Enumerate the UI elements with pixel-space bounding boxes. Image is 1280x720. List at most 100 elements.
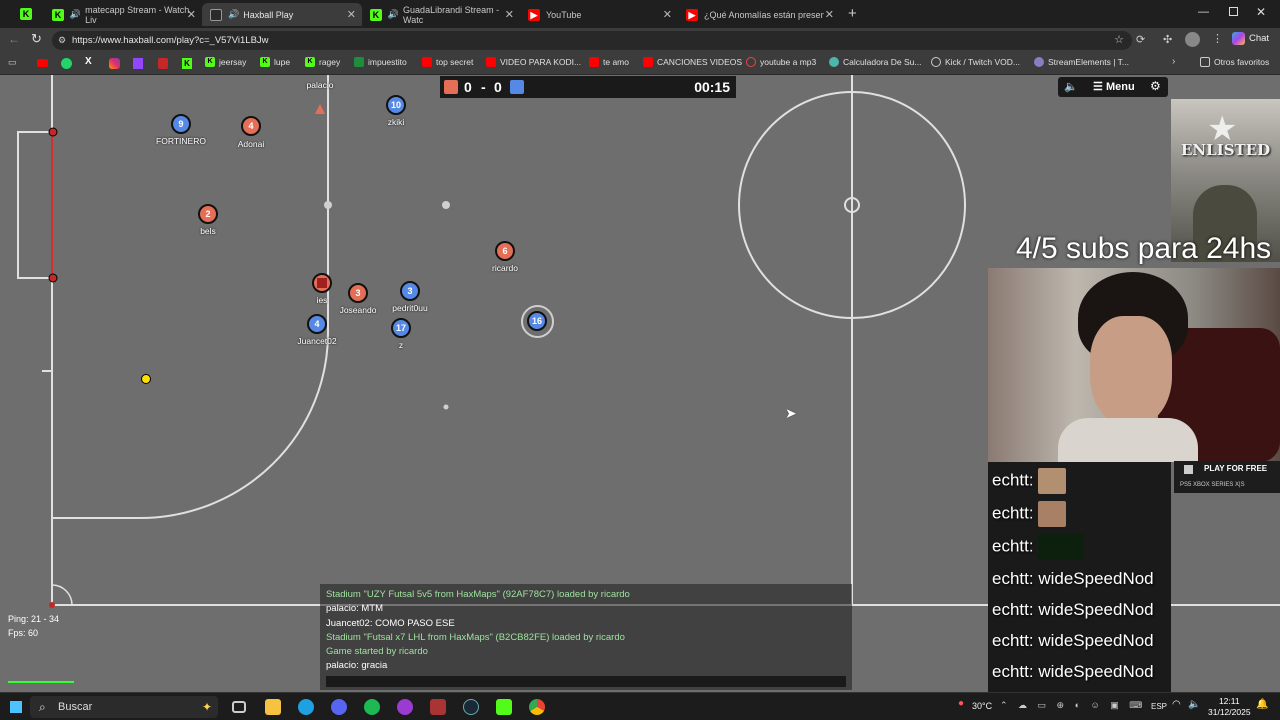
close-window-icon[interactable]: ✕ (1256, 5, 1266, 19)
tab-guadalibrandi[interactable]: K 🔊 GuadaLibrandi Stream - Watc ✕ (362, 3, 520, 26)
taskbar-search[interactable]: ⌕ Buscar ✦ (30, 696, 218, 718)
chat-message: Stadium "Futsal x7 LHL from HaxMaps" (B2… (326, 631, 625, 643)
haxball-icon (210, 8, 222, 21)
twitch-icon[interactable] (133, 58, 143, 69)
more-menu-icon[interactable]: ⋮ (1212, 32, 1223, 45)
player-token (312, 273, 332, 293)
webcam-feed (988, 268, 1280, 462)
speaker-icon: 🔊 (228, 9, 240, 19)
sound-icon[interactable]: 🔈 (1064, 80, 1078, 93)
tray-icons[interactable]: ⌃ ☁ ▭ ⊕ ◐ ☺ ▣ ⌨ (1000, 700, 1146, 711)
bookmark-calculadora[interactable]: Calculadora De Su... (829, 57, 921, 67)
close-icon[interactable]: ✕ (825, 8, 834, 21)
minimize-icon[interactable]: — (1198, 6, 1209, 18)
bookmark-kick-twitch-vod[interactable]: Kick / Twitch VOD... (931, 57, 1020, 67)
bookmark-otros-favoritos[interactable]: Otros favoritos (1200, 57, 1269, 67)
bookmark-streamelements[interactable]: StreamElements | T... (1034, 57, 1129, 67)
bookmark-top-secret[interactable]: top secret (422, 57, 473, 67)
close-icon[interactable]: ✕ (505, 8, 514, 21)
task-view-icon[interactable] (232, 701, 246, 713)
folder-icon (1200, 57, 1210, 67)
streamelements-icon (1034, 57, 1044, 67)
weather-icon[interactable]: ● (958, 698, 964, 709)
settings-icon[interactable]: ⚙ (1150, 79, 1161, 93)
discord-icon[interactable] (331, 699, 347, 715)
tab-label: Haxball Play (243, 9, 294, 20)
whatsapp-icon[interactable] (61, 58, 72, 69)
copilot-chat-button[interactable]: Chat (1232, 32, 1269, 45)
volume-icon[interactable]: 🔈 (1188, 699, 1200, 710)
youtube-icon[interactable] (37, 59, 48, 67)
bookmark-red-icon[interactable] (158, 58, 168, 69)
tab-youtube[interactable]: ▶ YouTube ✕ (520, 3, 678, 26)
c-app-icon[interactable] (397, 699, 413, 715)
chat-input[interactable] (326, 676, 846, 687)
spotify-icon[interactable] (364, 699, 380, 715)
bookmark-video-kodi[interactable]: VIDEO PARA KODI... (486, 57, 581, 67)
instagram-icon[interactable] (109, 58, 120, 69)
player-name: Adonai (237, 139, 265, 149)
streamer-shirt (1058, 418, 1198, 462)
taskbar-clock[interactable]: 12:11 31/12/2025 (1208, 696, 1251, 718)
close-icon[interactable]: ✕ (347, 8, 356, 21)
url-text: https://www.haxball.com/play?c=_V57Vi1LB… (72, 35, 269, 46)
site-info-icon[interactable]: ⚙ (58, 31, 66, 50)
bookmark-ragey[interactable]: Kragey (305, 57, 340, 67)
youtube-icon (589, 57, 599, 67)
steam-icon[interactable] (463, 699, 479, 715)
menu-button[interactable]: ☰ Menu (1093, 80, 1135, 93)
close-icon[interactable]: ✕ (187, 8, 196, 21)
tab-matecapp[interactable]: K 🔊 matecapp Stream - Watch Liv ✕ (44, 3, 202, 26)
kick-icon[interactable]: K (20, 8, 32, 20)
chrome-icon[interactable] (529, 699, 545, 715)
avatar[interactable] (1185, 32, 1200, 47)
close-icon[interactable]: ✕ (663, 8, 672, 21)
menu-icon: ☰ (1093, 81, 1103, 93)
tab-haxball[interactable]: 🔊 Haxball Play ✕ (202, 3, 362, 26)
youtube-mp3-icon (746, 57, 756, 67)
language-indicator[interactable]: ESP (1151, 702, 1167, 711)
weather-temp[interactable]: 30°C (972, 701, 992, 711)
bookmark-impuestito[interactable]: impuestito (354, 57, 407, 67)
player-name: bels (200, 226, 216, 236)
kick-icon[interactable]: K (182, 58, 192, 69)
tab-anomalias[interactable]: ▶ ¿Qué Anomalías están presentes e ✕ (678, 3, 840, 26)
fps-label: Fps: 60 (8, 628, 39, 638)
game-chat: Stadium "UZY Futsal 5v5 from HaxMaps" (9… (320, 584, 852, 690)
address-bar: ← ↻ ⚙ https://www.haxball.com/play?c=_V5… (0, 28, 1280, 53)
blue-team-icon (510, 80, 524, 94)
edge-icon[interactable] (298, 699, 314, 715)
youtube-icon: ▶ (528, 8, 540, 21)
streamer-face (1090, 316, 1172, 426)
bookmark-te-amo[interactable]: te amo (589, 57, 629, 67)
stream-chat-line: echtt: (992, 534, 1085, 560)
player-name: palacio (306, 80, 334, 90)
url-field[interactable]: ⚙ https://www.haxball.com/play?c=_V57Vi1… (52, 31, 1132, 50)
new-tab-icon[interactable]: + (848, 5, 857, 22)
file-explorer-icon[interactable] (265, 699, 281, 715)
reload-icon[interactable]: ↻ (31, 31, 42, 47)
chevron-right-icon[interactable]: › (1172, 56, 1175, 67)
extensions-icon[interactable]: ⟳ (1136, 33, 1145, 46)
kick-icon: K (52, 8, 64, 21)
kick-icon[interactable] (496, 699, 512, 715)
bookmark-canciones-videos[interactable]: CANCIONES VIDEOS (643, 57, 742, 67)
bookmark-lupe[interactable]: Klupe (260, 57, 290, 67)
chat-message: Stadium "UZY Futsal 5v5 from HaxMaps" (9… (326, 589, 630, 600)
speaker-icon: 🔊 (387, 9, 400, 19)
restore-icon[interactable] (1229, 7, 1238, 16)
notification-bell-icon[interactable]: 🔔 (1256, 699, 1268, 710)
puzzle-icon[interactable]: ✣ (1163, 33, 1172, 46)
bookmark-jeersay[interactable]: Kjeersay (205, 57, 246, 67)
star-icon[interactable]: ☆ (1114, 31, 1124, 50)
copilot-icon (1232, 32, 1245, 45)
wifi-icon[interactable]: ◠ (1172, 699, 1181, 710)
tab-list-icon[interactable]: ▭ (8, 57, 17, 68)
back-icon[interactable]: ← (8, 32, 20, 46)
x-icon[interactable]: X (85, 56, 92, 67)
windows-start-icon[interactable] (10, 701, 22, 713)
bookmark-youtube-mp3[interactable]: youtube a mp3 (746, 57, 816, 67)
subs-goal-text: 4/5 subs para 24hs (1016, 232, 1272, 265)
clock-date: 31/12/2025 (1208, 707, 1251, 717)
winrar-icon[interactable] (430, 699, 446, 715)
